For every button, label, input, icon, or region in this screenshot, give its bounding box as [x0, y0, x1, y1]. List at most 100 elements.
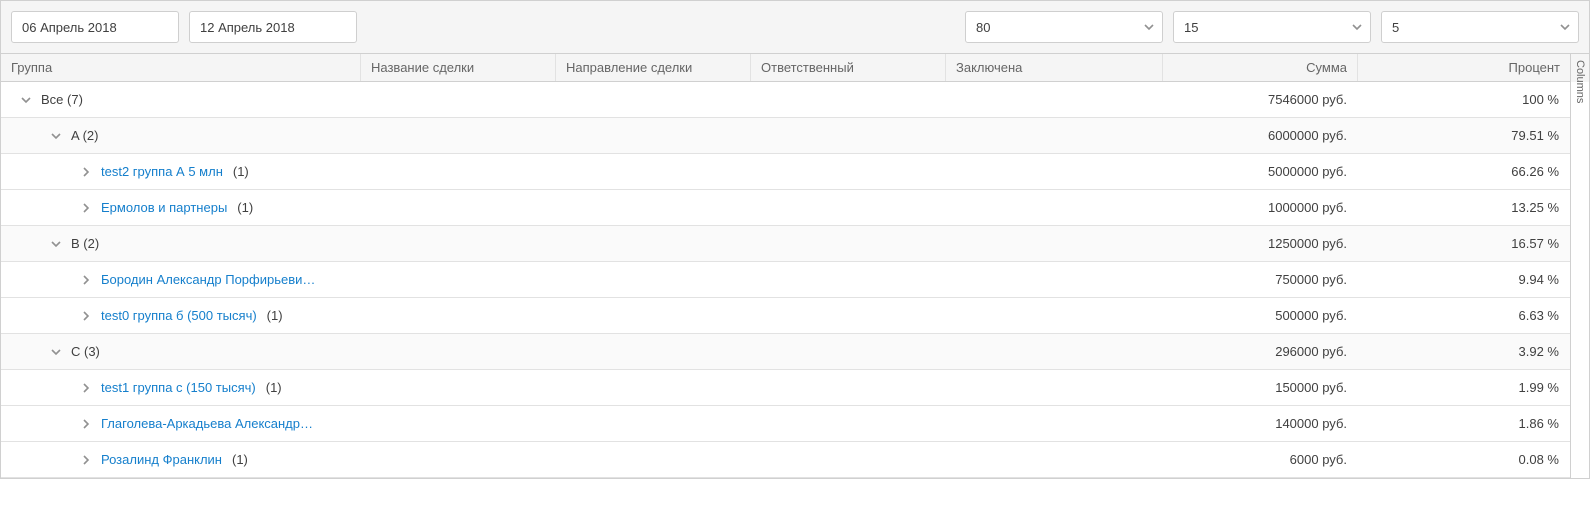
record-link[interactable]: test2 группа А 5 млн	[101, 164, 223, 179]
record-link[interactable]: test0 группа б (500 тысяч)	[101, 308, 257, 323]
group-label: B (2)	[71, 236, 99, 251]
combo-5[interactable]	[1381, 11, 1579, 43]
table-row[interactable]: test1 группа с (150 тысяч) (1)150000 руб…	[1, 370, 1570, 406]
tree-cell: B (2)	[1, 226, 361, 261]
col-header-sum[interactable]: Сумма	[1163, 54, 1358, 81]
cell	[556, 370, 751, 405]
combo-80-input[interactable]	[965, 11, 1163, 43]
chevron-down-icon[interactable]	[49, 129, 63, 143]
table-row[interactable]: C (3)296000 руб.3.92 %	[1, 334, 1570, 370]
tree-cell: test2 группа А 5 млн (1)	[1, 154, 361, 189]
cell	[946, 334, 1163, 369]
sum-cell: 7546000 руб.	[1163, 82, 1358, 117]
table-row[interactable]: B (2)1250000 руб.16.57 %	[1, 226, 1570, 262]
cell	[751, 154, 946, 189]
table-row[interactable]: A (2)6000000 руб.79.51 %	[1, 118, 1570, 154]
chevron-down-icon	[1559, 21, 1571, 33]
combo-15-input[interactable]	[1173, 11, 1371, 43]
cell	[946, 226, 1163, 261]
record-link[interactable]: Ермолов и партнеры	[101, 200, 227, 215]
table-row[interactable]: Розалинд Франклин (1)6000 руб.0.08 %	[1, 442, 1570, 478]
pct-cell: 6.63 %	[1358, 298, 1570, 333]
chevron-down-icon[interactable]	[49, 345, 63, 359]
tree-cell: Бородин Александр Порфирьеви…	[1, 262, 361, 297]
cell	[946, 118, 1163, 153]
col-header-pct[interactable]: Процент	[1358, 54, 1570, 81]
cell	[751, 298, 946, 333]
combo-5-input[interactable]	[1381, 11, 1579, 43]
chevron-down-icon[interactable]	[19, 93, 33, 107]
combo-5-trigger[interactable]	[1552, 12, 1578, 42]
sum-cell: 140000 руб.	[1163, 406, 1358, 441]
table-row[interactable]: Все (7) 7546000 руб.100 %	[1, 82, 1570, 118]
chevron-right-icon[interactable]	[79, 309, 93, 323]
tree-cell: Все (7)	[1, 82, 361, 117]
cell	[751, 334, 946, 369]
chevron-right-icon[interactable]	[79, 273, 93, 287]
date-to-input[interactable]	[189, 11, 357, 43]
cell	[361, 190, 556, 225]
cell	[361, 370, 556, 405]
cell	[361, 118, 556, 153]
table-row[interactable]: Ермолов и партнеры (1) 1000000 руб.13.25 …	[1, 190, 1570, 226]
cell	[556, 154, 751, 189]
tree-cell: test1 группа с (150 тысяч) (1)	[1, 370, 361, 405]
pct-cell: 1.86 %	[1358, 406, 1570, 441]
cell	[946, 154, 1163, 189]
col-header-resp[interactable]: Ответственный	[751, 54, 946, 81]
col-header-group[interactable]: Группа	[1, 54, 361, 81]
pct-cell: 13.25 %	[1358, 190, 1570, 225]
combo-80-trigger[interactable]	[1136, 12, 1162, 42]
chevron-right-icon[interactable]	[79, 201, 93, 215]
cell	[556, 226, 751, 261]
record-link[interactable]: test1 группа с (150 тысяч)	[101, 380, 256, 395]
tree-cell: Ермолов и партнеры (1)	[1, 190, 361, 225]
col-header-closed[interactable]: Заключена	[946, 54, 1163, 81]
sum-cell: 6000 руб.	[1163, 442, 1358, 477]
group-label: A (2)	[71, 128, 98, 143]
combo-15-trigger[interactable]	[1344, 12, 1370, 42]
cell	[361, 82, 556, 117]
cell	[751, 118, 946, 153]
record-link[interactable]: Розалинд Франклин	[101, 452, 222, 467]
columns-toggle[interactable]: Columns	[1570, 54, 1589, 82]
table-row[interactable]: Глаголева-Аркадьева Александр… 140000 руб…	[1, 406, 1570, 442]
table-row[interactable]: test0 группа б (500 тысяч) (1)500000 руб…	[1, 298, 1570, 334]
record-link[interactable]: Бородин Александр Порфирьеви…	[101, 272, 315, 287]
grid-header: Группа Название сделки Направление сделк…	[1, 54, 1570, 82]
toolbar	[1, 1, 1589, 54]
sum-cell: 6000000 руб.	[1163, 118, 1358, 153]
chevron-down-icon	[1351, 21, 1363, 33]
grid-rows: Все (7) 7546000 руб.100 % A (2) 6000000 руб…	[1, 82, 1570, 478]
record-link[interactable]: Глаголева-Аркадьева Александр…	[101, 416, 313, 431]
cell	[556, 406, 751, 441]
table-row[interactable]: test2 группа А 5 млн (1)5000000 руб.66.2…	[1, 154, 1570, 190]
cell	[946, 262, 1163, 297]
cell	[751, 82, 946, 117]
combo-80[interactable]	[965, 11, 1163, 43]
cell	[556, 118, 751, 153]
chevron-right-icon[interactable]	[79, 453, 93, 467]
col-header-name[interactable]: Название сделки	[361, 54, 556, 81]
cell	[751, 262, 946, 297]
sum-cell: 1000000 руб.	[1163, 190, 1358, 225]
chevron-right-icon[interactable]	[79, 417, 93, 431]
chevron-right-icon[interactable]	[79, 381, 93, 395]
chevron-down-icon[interactable]	[49, 237, 63, 251]
tree-cell: A (2)	[1, 118, 361, 153]
cell	[556, 262, 751, 297]
record-count: (1)	[232, 452, 248, 467]
group-label: Все (7)	[41, 92, 83, 107]
cell	[751, 370, 946, 405]
cell	[556, 334, 751, 369]
date-from-input[interactable]	[11, 11, 179, 43]
table-row[interactable]: Бородин Александр Порфирьеви…750000 руб.…	[1, 262, 1570, 298]
pct-cell: 100 %	[1358, 82, 1570, 117]
chevron-right-icon[interactable]	[79, 165, 93, 179]
sum-cell: 500000 руб.	[1163, 298, 1358, 333]
cell	[361, 442, 556, 477]
col-header-dir[interactable]: Направление сделки	[556, 54, 751, 81]
cell	[946, 406, 1163, 441]
combo-15[interactable]	[1173, 11, 1371, 43]
pct-cell: 16.57 %	[1358, 226, 1570, 261]
